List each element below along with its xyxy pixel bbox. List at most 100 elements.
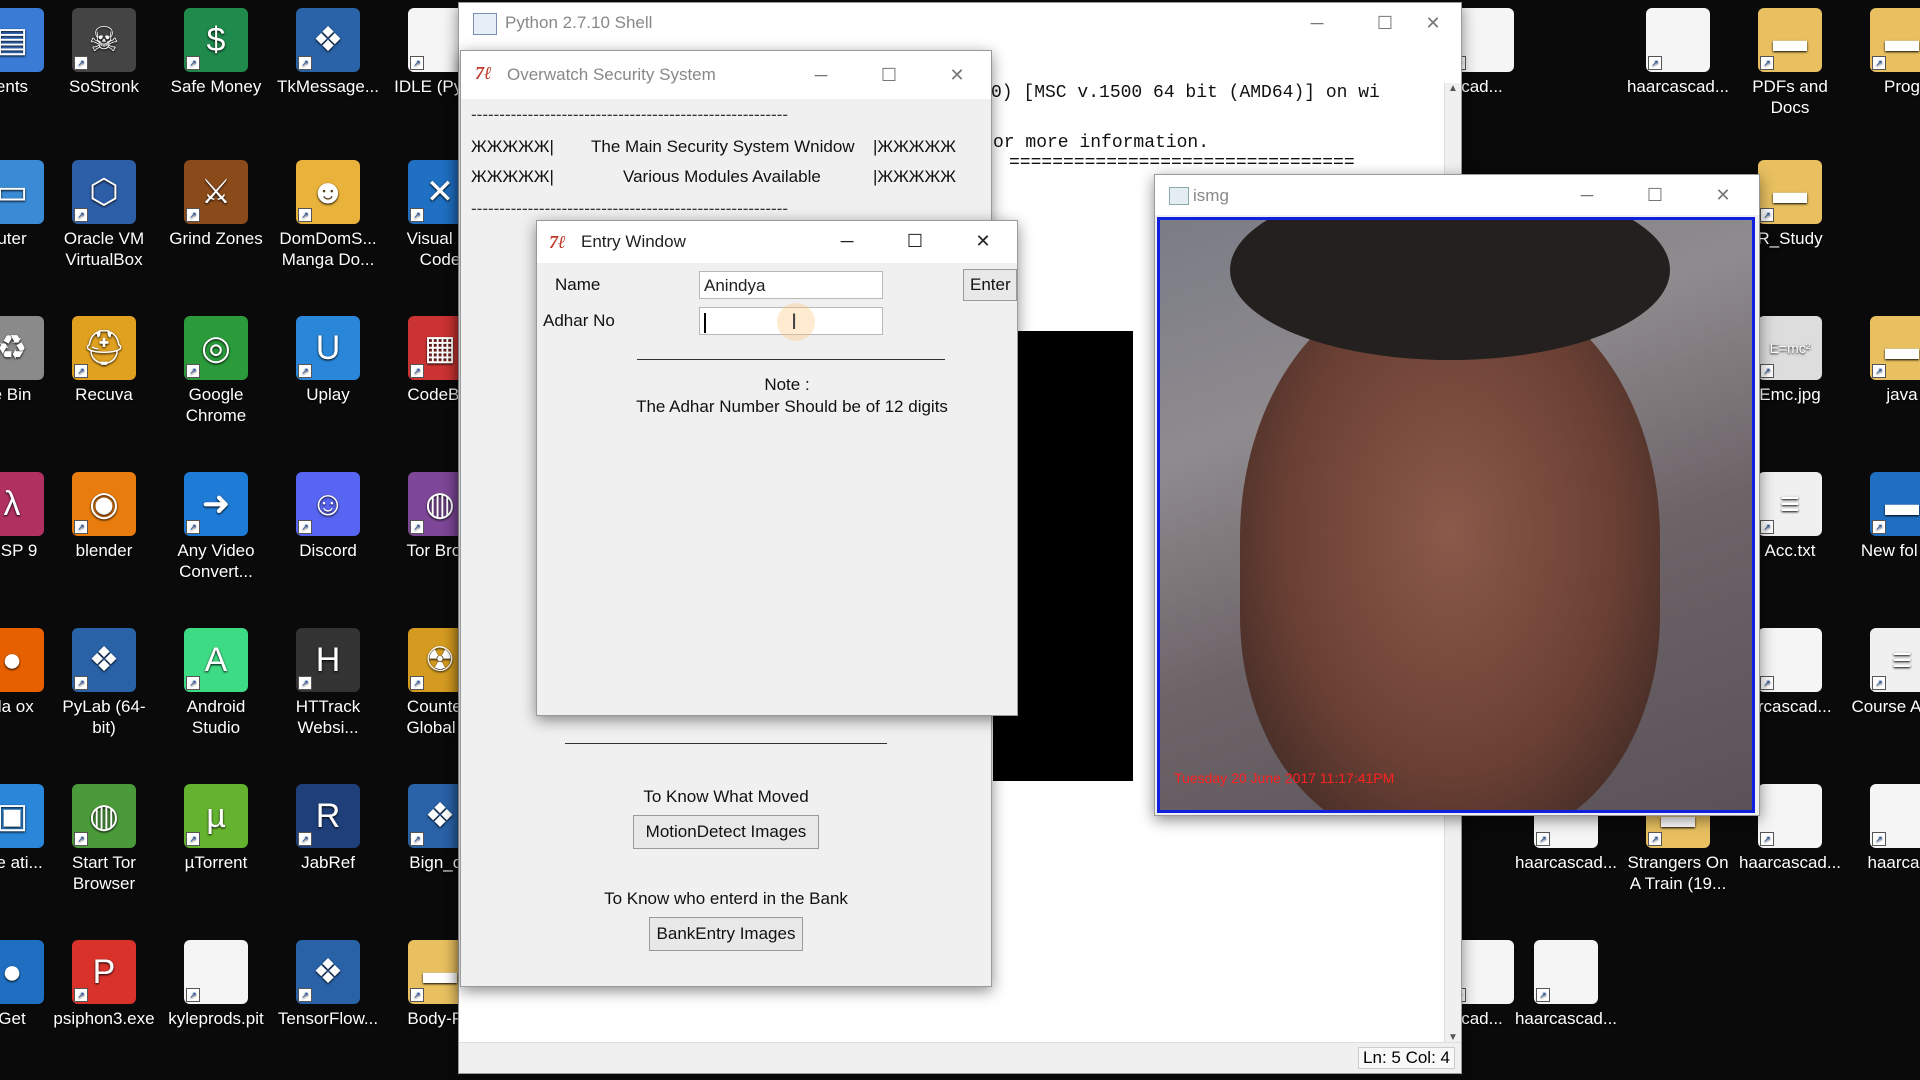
entry-window[interactable]: 7ℓ Entry Window ─ ☐ ✕ Name Anindya Enter… bbox=[536, 220, 1018, 716]
motion-detect-button[interactable]: MotionDetect Images bbox=[633, 815, 819, 849]
desktop-icon-label: Oracle VM VirtualBox bbox=[63, 229, 145, 269]
app-icon: ☠ ↗ bbox=[72, 8, 136, 72]
desktop-icon[interactable]: ☺ ↗ Discord bbox=[276, 472, 380, 561]
close-icon[interactable]: ✕ bbox=[929, 55, 985, 95]
shell-titlebar[interactable]: Python 2.7.10 Shell ─ ☐ ✕ bbox=[459, 3, 1461, 43]
app-icon: ▬ ↗ bbox=[1870, 472, 1920, 536]
horizontal-rule bbox=[637, 359, 945, 360]
desktop-icon[interactable]: ▬↗ New fol (2) bbox=[1850, 472, 1920, 561]
shortcut-arrow-icon: ↗ bbox=[74, 676, 88, 690]
close-icon[interactable]: ✕ bbox=[1405, 3, 1461, 43]
desktop-icon[interactable]: ▬ ↗ java bbox=[1850, 316, 1920, 405]
maximize-icon[interactable]: ☐ bbox=[861, 55, 917, 95]
desktop-icon[interactable]: ⚔ ↗ Grind Zones bbox=[164, 160, 268, 249]
shortcut-arrow-icon: ↗ bbox=[1648, 832, 1662, 846]
desktop-icon[interactable]: ▬ ↗ PDFs and Docs bbox=[1738, 8, 1842, 118]
shortcut-arrow-icon: ↗ bbox=[410, 56, 424, 70]
entry-titlebar[interactable]: 7ℓ Entry Window ─ ☐ ✕ bbox=[537, 221, 1017, 263]
desktop-icon[interactable]: µ ↗ µTorrent bbox=[164, 784, 268, 873]
minimize-icon[interactable]: ─ bbox=[793, 55, 849, 95]
desktop-icon-label: kyleprods.pit bbox=[168, 1009, 264, 1028]
app-icon: ▣↗ bbox=[0, 784, 44, 848]
app-icon: ◍ ↗ bbox=[72, 784, 136, 848]
shortcut-arrow-icon: ↗ bbox=[1760, 364, 1774, 378]
close-icon[interactable]: ✕ bbox=[955, 221, 1011, 261]
desktop-icon-label: Start Tor Browser bbox=[72, 853, 136, 893]
desktop-icon[interactable]: ❖ ↗ PyLab (64-bit) bbox=[52, 628, 156, 738]
motion-label: To Know What Moved bbox=[643, 787, 809, 806]
name-field[interactable]: Anindya bbox=[699, 271, 883, 299]
maximize-icon[interactable]: ☐ bbox=[1627, 175, 1683, 215]
app-icon: ♻↗ bbox=[0, 316, 44, 380]
desktop-icon[interactable]: U ↗ Uplay bbox=[276, 316, 380, 405]
desktop-icon[interactable]: ☻ ↗ DomDomS... Manga Do... bbox=[276, 160, 380, 270]
desktop-icon[interactable]: H ↗ HTTrack Websi... bbox=[276, 628, 380, 738]
desktop-icon[interactable]: P ↗ psiphon3.exe bbox=[52, 940, 156, 1029]
stars-left: ЖЖЖЖЖ| bbox=[471, 137, 554, 156]
app-icon: ➜ ↗ bbox=[184, 472, 248, 536]
enter-button[interactable]: Enter bbox=[963, 269, 1017, 301]
shortcut-arrow-icon: ↗ bbox=[186, 676, 200, 690]
desktop-icon-label: Google Chrome bbox=[185, 385, 247, 425]
shortcut-arrow-icon: ↗ bbox=[410, 676, 424, 690]
desktop-icon-label: JabRef bbox=[301, 853, 355, 872]
desktop-icon[interactable]: ➜ ↗ Any Video Convert... bbox=[164, 472, 268, 582]
note-title: Note : bbox=[764, 375, 810, 394]
shortcut-arrow-icon: ↗ bbox=[1872, 676, 1886, 690]
desktop-icon-label: Discord bbox=[299, 541, 357, 560]
app-icon: ↗ bbox=[1758, 628, 1822, 692]
shortcut-arrow-icon: ↗ bbox=[186, 988, 200, 1002]
desktop-icon[interactable]: ☠ ↗ SoStronk bbox=[52, 8, 156, 97]
desktop-icon-label: Safe Money bbox=[170, 77, 262, 96]
desktop-icon[interactable]: ⬡ ↗ Oracle VM VirtualBox bbox=[52, 160, 156, 270]
minimize-icon[interactable]: ─ bbox=[819, 221, 875, 261]
bank-entry-button[interactable]: BankEntry Images bbox=[649, 917, 803, 951]
desktop-icon-label: DomDomS... Manga Do... bbox=[279, 229, 377, 269]
app-icon: ↗ bbox=[1534, 940, 1598, 1004]
desktop-icon[interactable]: ▬ ↗ Prog bbox=[1850, 8, 1920, 97]
overwatch-titlebar[interactable]: 7ℓ Overwatch Security System ─ ☐ ✕ bbox=[461, 51, 991, 99]
stars-right: |ЖЖЖЖЖ bbox=[873, 137, 956, 156]
shortcut-arrow-icon: ↗ bbox=[1872, 520, 1886, 534]
close-icon[interactable]: ✕ bbox=[1695, 175, 1751, 215]
shortcut-arrow-icon: ↗ bbox=[74, 988, 88, 1002]
desktop-icon[interactable]: ⛑ ↗ Recuva bbox=[52, 316, 156, 405]
desktop-icon[interactable]: ↗ haarcascad... bbox=[1514, 940, 1618, 1029]
maximize-icon[interactable]: ☐ bbox=[887, 221, 943, 261]
app-icon: ❖ ↗ bbox=[296, 8, 360, 72]
minimize-icon[interactable]: ─ bbox=[1559, 175, 1615, 215]
desktop-icon[interactable]: A ↗ Android Studio bbox=[164, 628, 268, 738]
app-icon: ●↗ bbox=[0, 628, 44, 692]
shortcut-arrow-icon: ↗ bbox=[1648, 56, 1662, 70]
desktop-icon[interactable]: ↗ haarcascad... bbox=[1626, 8, 1730, 97]
desktop-icon-label: haarcascad... bbox=[1738, 853, 1842, 872]
ismg-titlebar[interactable]: ismg ─ ☐ ✕ bbox=[1155, 175, 1759, 215]
desktop-icon[interactable]: ❖ ↗ TkMessage... bbox=[276, 8, 380, 97]
desktop-icon[interactable]: R ↗ JabRef bbox=[276, 784, 380, 873]
app-icon: R ↗ bbox=[296, 784, 360, 848]
app-icon: ❖ ↗ bbox=[296, 940, 360, 1004]
shortcut-arrow-icon: ↗ bbox=[74, 364, 88, 378]
app-icon: ❖ ↗ bbox=[72, 628, 136, 692]
desktop-icon-label: java bbox=[1886, 385, 1918, 404]
desktop-icon[interactable]: ↗ kyleprods.pit bbox=[164, 940, 268, 1029]
desktop-icon-label: blender bbox=[75, 541, 133, 560]
desktop-icon-label: HTTrack Websi... bbox=[295, 697, 361, 737]
desktop-icon-label: New fol (2) bbox=[1860, 541, 1920, 560]
desktop-icon[interactable]: ◉ ↗ blender bbox=[52, 472, 156, 561]
desktop-icon[interactable]: ❖ ↗ TensorFlow... bbox=[276, 940, 380, 1029]
stars-left: ЖЖЖЖЖ| bbox=[471, 167, 554, 186]
desktop-icon[interactable]: ↗ haarcasc bbox=[1850, 784, 1920, 873]
minimize-icon[interactable]: ─ bbox=[1289, 3, 1345, 43]
app-icon: ◎ ↗ bbox=[184, 316, 248, 380]
scroll-up-icon[interactable]: ▲ bbox=[1445, 83, 1461, 94]
app-icon: ≡ ↗ bbox=[1758, 472, 1822, 536]
ismg-window[interactable]: ismg ─ ☐ ✕ Tuesday 20 June 2017 11:17:41… bbox=[1154, 174, 1760, 816]
shell-title: Python 2.7.10 Shell bbox=[505, 13, 653, 32]
shortcut-arrow-icon: ↗ bbox=[186, 56, 200, 70]
desktop-icon[interactable]: ◎ ↗ Google Chrome bbox=[164, 316, 268, 426]
desktop-icon[interactable]: $ ↗ Safe Money bbox=[164, 8, 268, 97]
desktop-icon[interactable]: ◍ ↗ Start Tor Browser bbox=[52, 784, 156, 894]
note-text: The Adhar Number Should be of 12 digits bbox=[636, 397, 948, 416]
desktop-icon[interactable]: ≡↗ Course Aid.tx bbox=[1850, 628, 1920, 717]
